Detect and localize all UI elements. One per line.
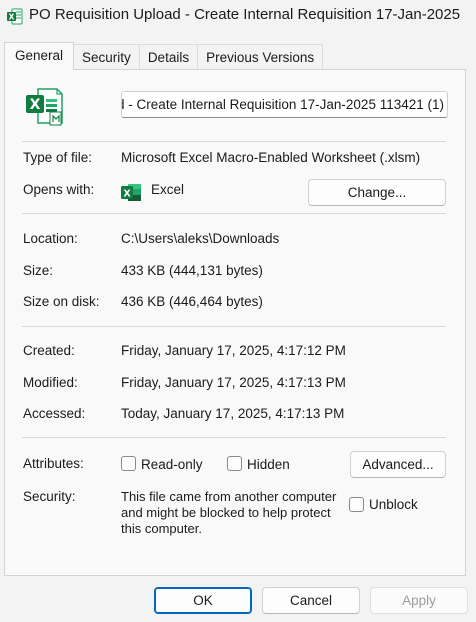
divider bbox=[22, 437, 446, 438]
ok-button[interactable]: OK bbox=[154, 587, 252, 614]
window-title: PO Requisition Upload - Create Internal … bbox=[29, 6, 465, 23]
unblock-label[interactable]: Unblock bbox=[369, 497, 418, 512]
size-on-disk-value: 436 KB (446,464 bytes) bbox=[121, 294, 263, 309]
modified-value: Friday, January 17, 2025, 4:17:13 PM bbox=[121, 375, 346, 390]
security-label: Security: bbox=[23, 489, 76, 504]
filename-text: PO Requisition Upload - Create Internal … bbox=[122, 97, 444, 112]
excel-app-icon: X bbox=[121, 184, 141, 201]
change-button[interactable]: Change... bbox=[308, 179, 446, 206]
divider bbox=[22, 326, 446, 327]
type-value: Microsoft Excel Macro-Enabled Worksheet … bbox=[121, 150, 421, 165]
cancel-button[interactable]: Cancel bbox=[262, 587, 360, 614]
excel-icon: X bbox=[7, 8, 23, 25]
divider bbox=[22, 213, 446, 214]
hidden-checkbox[interactable] bbox=[227, 456, 242, 471]
opens-with-label: Opens with: bbox=[23, 182, 95, 197]
title-bar: X PO Requisition Upload - Create Interna… bbox=[0, 0, 476, 34]
advanced-button[interactable]: Advanced... bbox=[350, 451, 446, 478]
apply-button[interactable]: Apply bbox=[370, 587, 468, 614]
location-value: C:\Users\aleks\Downloads bbox=[121, 231, 280, 246]
size-on-disk-label: Size on disk: bbox=[23, 294, 100, 309]
type-label: Type of file: bbox=[23, 150, 93, 165]
filename-field[interactable]: PO Requisition Upload - Create Internal … bbox=[121, 91, 448, 118]
size-value: 433 KB (444,131 bytes) bbox=[121, 263, 263, 278]
tab-strip: General Security Details Previous Versio… bbox=[4, 42, 324, 70]
svg-text:X: X bbox=[30, 97, 41, 113]
excel-file-icon: X bbox=[26, 88, 63, 126]
tab-previous-versions[interactable]: Previous Versions bbox=[198, 44, 324, 70]
created-value: Friday, January 17, 2025, 4:17:12 PM bbox=[121, 343, 346, 358]
tab-general[interactable]: General bbox=[4, 42, 75, 70]
modified-label: Modified: bbox=[23, 375, 78, 390]
tab-security[interactable]: Security bbox=[74, 44, 140, 70]
unblock-checkbox[interactable] bbox=[349, 497, 364, 512]
divider bbox=[22, 141, 446, 142]
created-label: Created: bbox=[23, 343, 75, 358]
accessed-value: Today, January 17, 2025, 4:17:13 PM bbox=[121, 406, 345, 421]
tab-details[interactable]: Details bbox=[139, 44, 199, 70]
size-label: Size: bbox=[23, 263, 54, 278]
svg-text:X: X bbox=[9, 12, 15, 21]
attributes-label: Attributes: bbox=[23, 456, 84, 471]
hidden-label[interactable]: Hidden bbox=[247, 457, 290, 472]
location-label: Location: bbox=[23, 231, 78, 246]
readonly-checkbox[interactable] bbox=[121, 456, 136, 471]
security-message: This file came from another computer and… bbox=[121, 489, 337, 536]
readonly-label[interactable]: Read-only bbox=[141, 457, 203, 472]
accessed-label: Accessed: bbox=[23, 406, 86, 421]
opens-with-value: Excel bbox=[151, 182, 185, 197]
svg-text:X: X bbox=[123, 189, 131, 200]
